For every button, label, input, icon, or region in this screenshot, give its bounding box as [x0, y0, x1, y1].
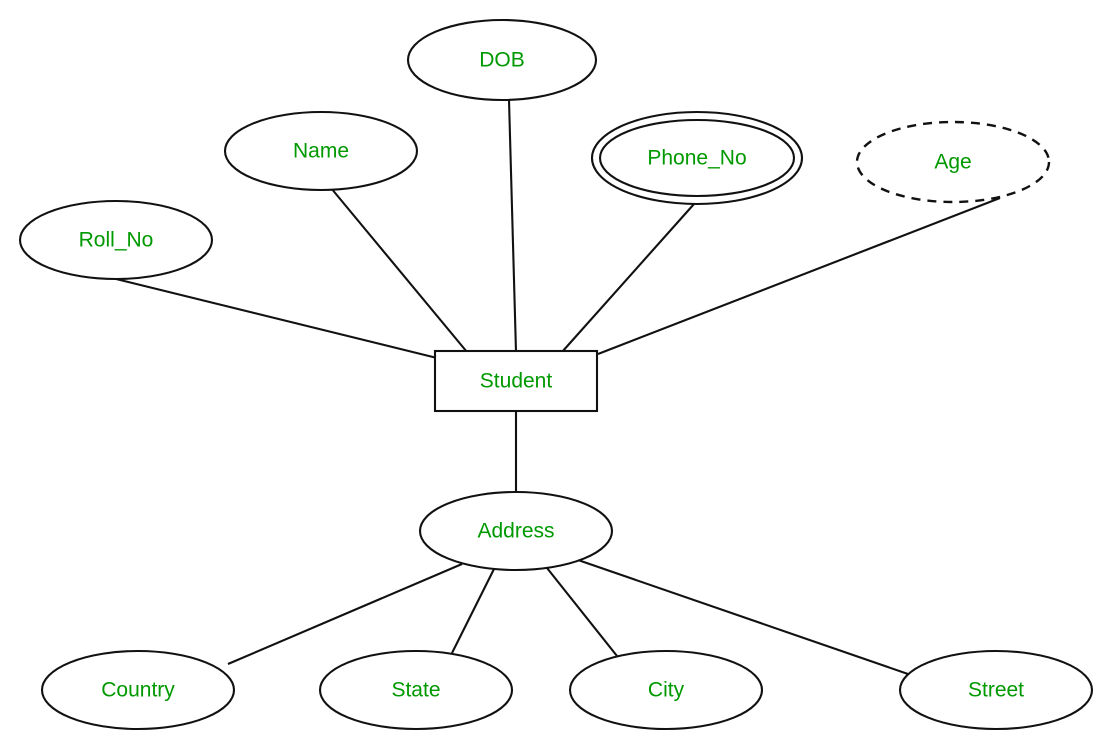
edge-address-state	[451, 568, 495, 654]
node-city[interactable]: City	[568, 649, 764, 731]
country-label: Country	[101, 679, 175, 702]
node-state[interactable]: State	[318, 649, 514, 731]
city-label: City	[648, 679, 685, 702]
node-roll-no[interactable]: Roll_No	[18, 199, 214, 281]
node-address[interactable]: Address	[418, 490, 614, 572]
node-dob[interactable]: DOB	[406, 18, 598, 102]
address-label: Address	[477, 520, 554, 543]
phone-no-label: Phone_No	[647, 147, 746, 170]
state-label: State	[391, 679, 440, 702]
edge-roll-no-student	[111, 276, 438, 360]
name-label: Name	[293, 140, 349, 163]
edge-age-student	[597, 197, 1001, 355]
node-name[interactable]: Name	[223, 110, 419, 192]
edge-address-country	[227, 563, 463, 665]
node-layer: Roll_No Name DOB Phone_No Age Student Ad…	[18, 18, 1094, 731]
student-label: Student	[480, 370, 553, 393]
street-label: Street	[968, 679, 1024, 702]
er-diagram-canvas: Roll_No Name DOB Phone_No Age Student Ad…	[0, 0, 1112, 753]
roll-no-label: Roll_No	[79, 229, 154, 252]
edge-phone-no-student	[561, 203, 695, 353]
age-label: Age	[934, 151, 971, 174]
dob-label: DOB	[479, 49, 525, 72]
node-phone-no[interactable]: Phone_No	[590, 110, 804, 206]
edge-address-city	[546, 567, 618, 657]
node-country[interactable]: Country	[40, 649, 236, 731]
edge-dob-student	[507, 99, 518, 353]
edge-name-student	[330, 187, 468, 353]
node-student[interactable]: Student	[433, 349, 599, 413]
node-age[interactable]: Age	[855, 120, 1051, 204]
node-street[interactable]: Street	[898, 649, 1094, 731]
